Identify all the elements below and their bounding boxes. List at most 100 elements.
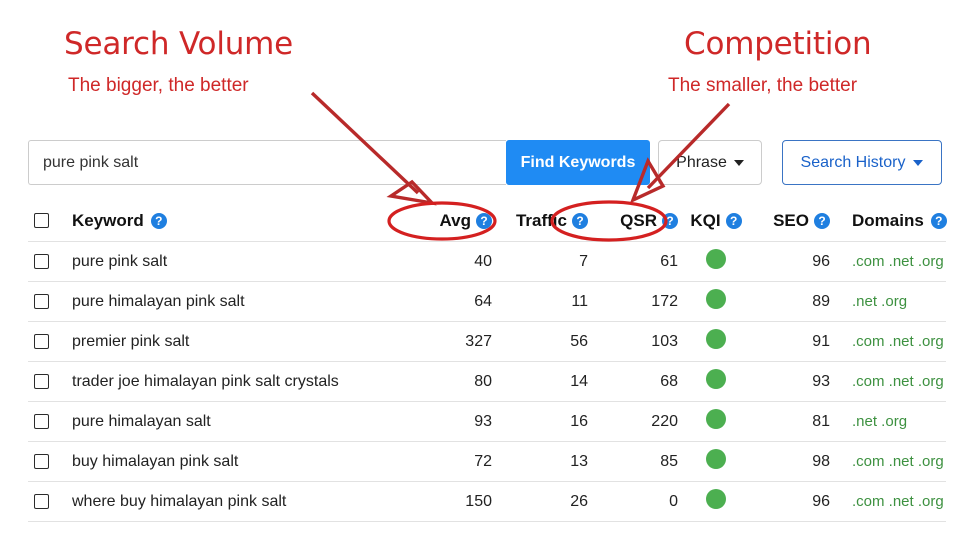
cell-qsr: 220: [651, 412, 678, 430]
kqi-indicator-dot: [706, 489, 726, 509]
cell-seo: 96: [812, 492, 830, 510]
search-toolbar: Find Keywords Phrase Search History: [28, 140, 946, 185]
column-header-avg[interactable]: Avg ?: [410, 211, 492, 231]
cell-domains: .com .net .org: [830, 373, 946, 391]
available-domains-link[interactable]: .net .org: [852, 293, 907, 310]
column-header-avg-label: Avg: [439, 210, 472, 230]
kqi-indicator-dot: [706, 329, 726, 349]
cell-kqi: [678, 489, 754, 514]
row-checkbox[interactable]: [34, 294, 49, 309]
column-header-keyword[interactable]: Keyword ?: [70, 211, 410, 231]
cell-traffic: 7: [579, 252, 588, 270]
match-type-dropdown[interactable]: Phrase: [658, 140, 762, 185]
cell-seo: 81: [812, 412, 830, 430]
table-row[interactable]: where buy himalayan pink salt 150 26 0 96 .co…: [28, 482, 946, 522]
column-header-qsr[interactable]: QSR ?: [588, 211, 678, 231]
row-select-cell: [28, 374, 70, 389]
cell-keyword: pure pink salt: [72, 252, 168, 270]
available-domains-link[interactable]: .com .net .org: [852, 253, 944, 270]
cell-seo: 91: [812, 332, 830, 350]
help-icon[interactable]: ?: [662, 212, 678, 229]
cell-avg: 72: [474, 452, 492, 470]
cell-traffic: 16: [570, 412, 588, 430]
column-header-qsr-label: QSR: [620, 210, 657, 230]
find-keywords-label: Find Keywords: [520, 153, 636, 171]
cell-keyword: trader joe himalayan pink salt crystals: [72, 372, 339, 390]
table-row[interactable]: buy himalayan pink salt 72 13 85 98 .com .net…: [28, 442, 946, 482]
keyword-results-table: Keyword ? Avg ? Traffic ? QSR ? KQI ? SE…: [28, 200, 947, 522]
row-checkbox[interactable]: [34, 334, 49, 349]
column-header-traffic-label: Traffic: [515, 210, 567, 230]
column-header-kqi-label: KQI: [690, 210, 721, 230]
help-icon[interactable]: ?: [476, 212, 492, 229]
select-all-cell: [28, 213, 70, 228]
cell-seo: 96: [812, 252, 830, 270]
cell-keyword: pure himalayan salt: [72, 412, 211, 430]
cell-traffic: 56: [570, 332, 588, 350]
available-domains-link[interactable]: .com .net .org: [852, 373, 944, 390]
available-domains-link[interactable]: .com .net .org: [852, 333, 944, 350]
annotation-subtitle-search-volume: The bigger, the better: [68, 75, 249, 96]
row-select-cell: [28, 454, 70, 469]
search-input[interactable]: [28, 140, 506, 185]
row-checkbox[interactable]: [34, 494, 49, 509]
help-icon[interactable]: ?: [150, 212, 167, 229]
row-select-cell: [28, 414, 70, 429]
cell-seo: 98: [812, 452, 830, 470]
help-icon[interactable]: ?: [725, 212, 742, 229]
cell-qsr: 0: [669, 492, 678, 510]
column-header-traffic[interactable]: Traffic ?: [492, 211, 588, 231]
cell-avg: 93: [474, 412, 492, 430]
cell-qsr: 172: [651, 292, 678, 310]
row-checkbox[interactable]: [34, 374, 49, 389]
search-history-label: Search History: [800, 153, 906, 171]
match-type-label: Phrase: [676, 153, 727, 171]
cell-avg: 150: [465, 492, 492, 510]
cell-qsr: 103: [651, 332, 678, 350]
column-header-seo-label: SEO: [773, 210, 809, 230]
available-domains-link[interactable]: .net .org: [852, 413, 907, 430]
table-row[interactable]: pure himalayan salt 93 16 220 81 .net .org: [28, 402, 946, 442]
column-header-domains[interactable]: Domains ?: [830, 211, 947, 231]
column-header-domains-label: Domains: [852, 210, 924, 230]
kqi-indicator-dot: [706, 449, 726, 469]
available-domains-link[interactable]: .com .net .org: [852, 453, 944, 470]
cell-seo: 93: [812, 372, 830, 390]
row-checkbox[interactable]: [34, 414, 49, 429]
chevron-down-icon: [733, 159, 744, 166]
kqi-indicator-dot: [706, 369, 726, 389]
table-row[interactable]: trader joe himalayan pink salt crystals 8…: [28, 362, 946, 402]
help-icon[interactable]: ?: [814, 212, 830, 229]
table-body: pure pink salt 40 7 61 96 .com .net .org pure …: [28, 242, 946, 522]
row-select-cell: [28, 294, 70, 309]
cell-traffic: 11: [571, 292, 588, 310]
select-all-checkbox[interactable]: [34, 213, 49, 228]
cell-traffic: 26: [570, 492, 588, 510]
table-header-row: Keyword ? Avg ? Traffic ? QSR ? KQI ? SE…: [28, 200, 947, 242]
cell-kqi: [678, 409, 754, 434]
cell-domains: .com .net .org: [830, 493, 946, 511]
table-row[interactable]: pure himalayan pink salt 64 11 172 89 .net .o…: [28, 282, 946, 322]
cell-avg: 80: [474, 372, 492, 390]
cell-kqi: [678, 289, 754, 314]
column-header-kqi[interactable]: KQI ?: [678, 211, 754, 231]
cell-qsr: 61: [660, 252, 678, 270]
help-icon[interactable]: ?: [572, 212, 588, 229]
annotation-title-competition: Competition: [684, 26, 872, 62]
cell-qsr: 68: [660, 372, 678, 390]
search-history-dropdown[interactable]: Search History: [782, 140, 942, 185]
available-domains-link[interactable]: .com .net .org: [852, 493, 944, 510]
cell-kqi: [678, 329, 754, 354]
cell-seo: 89: [812, 292, 830, 310]
cell-domains: .com .net .org: [830, 253, 946, 271]
table-row[interactable]: premier pink salt 327 56 103 91 .com .net .or…: [28, 322, 946, 362]
row-checkbox[interactable]: [34, 254, 49, 269]
kqi-indicator-dot: [706, 289, 726, 309]
chevron-down-icon: [913, 159, 924, 166]
help-icon[interactable]: ?: [930, 212, 947, 229]
find-keywords-button[interactable]: Find Keywords: [506, 140, 650, 185]
row-checkbox[interactable]: [34, 454, 49, 469]
table-row[interactable]: pure pink salt 40 7 61 96 .com .net .org: [28, 242, 946, 282]
column-header-seo[interactable]: SEO ?: [754, 211, 830, 231]
cell-keyword: buy himalayan pink salt: [72, 452, 239, 470]
